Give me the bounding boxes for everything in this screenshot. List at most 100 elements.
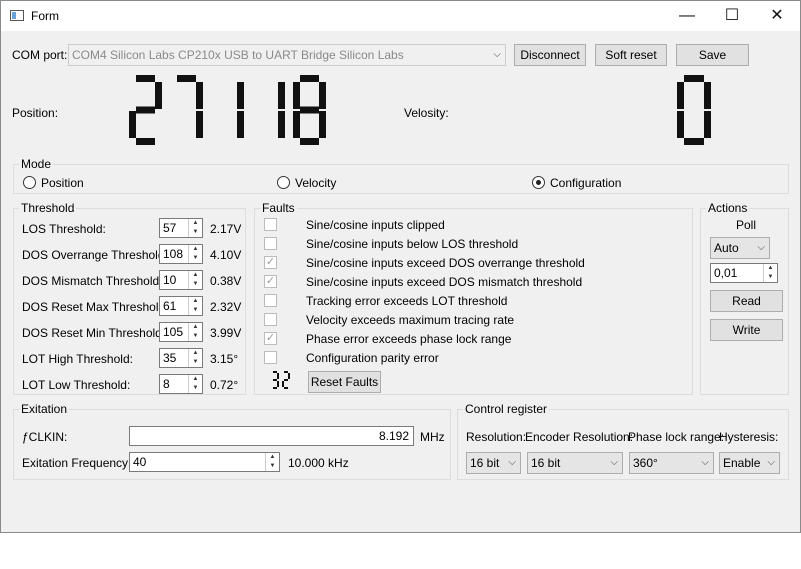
save-button[interactable]: Save	[676, 44, 749, 66]
spin-buttons[interactable]: ▲ ▼	[188, 323, 202, 341]
mode-title: Mode	[19, 157, 54, 171]
lcd-segment	[155, 82, 162, 109]
spin-buttons[interactable]: ▲ ▼	[188, 271, 202, 289]
fault-label: Sine/cosine inputs clipped	[306, 218, 445, 232]
spin-down-icon[interactable]: ▼	[189, 280, 202, 289]
lcd-segment	[278, 111, 285, 138]
fault-checkbox[interactable]	[264, 294, 277, 307]
spin-up-icon[interactable]: ▲	[189, 323, 202, 332]
fault-checkbox[interactable]: ✓	[264, 332, 277, 345]
phase-lock-range-value: 360°	[633, 456, 658, 470]
spin-up-icon[interactable]: ▲	[189, 375, 202, 384]
threshold-spinbox[interactable]: 105 ▲ ▼	[159, 322, 203, 342]
threshold-spinbox[interactable]: 57 ▲ ▼	[159, 218, 203, 238]
lcd-segment	[300, 138, 319, 145]
soft-reset-button[interactable]: Soft reset	[595, 44, 667, 66]
fault-label: Sine/cosine inputs exceed DOS overrange …	[306, 256, 585, 270]
encoder-resolution-label: Encoder Resolution:	[525, 430, 634, 444]
threshold-value: 8	[163, 377, 170, 391]
spin-up-icon[interactable]: ▲	[189, 297, 202, 306]
lcd-segment	[177, 75, 196, 82]
fault-checkbox[interactable]	[264, 351, 277, 364]
threshold-value: 57	[163, 221, 177, 235]
fault-checkbox[interactable]	[264, 237, 277, 250]
lcd-segment	[273, 379, 277, 381]
threshold-unit: 0.38V	[210, 274, 242, 288]
maximize-button[interactable]: ☐	[709, 1, 755, 31]
fault-label: Velocity exceeds maximum tracing rate	[306, 313, 515, 327]
faults-title: Faults	[260, 201, 297, 215]
mode-velocity-radio[interactable]	[277, 176, 290, 189]
spin-buttons[interactable]: ▲ ▼	[265, 453, 279, 471]
fault-label: Tracking error exceeds LOT threshold	[306, 294, 508, 308]
write-button[interactable]: Write	[710, 319, 783, 341]
fault-counter-lcd	[273, 371, 290, 389]
chevron-down-icon: ⌵	[767, 457, 775, 468]
poll-mode-select[interactable]: Auto ⌵	[710, 237, 770, 259]
spin-up-icon[interactable]: ▲	[266, 453, 279, 462]
fault-label: Phase error exceeds phase lock range	[306, 332, 512, 346]
spin-up-icon[interactable]: ▲	[189, 219, 202, 228]
lcd-segment	[277, 381, 279, 387]
spin-down-icon[interactable]: ▼	[266, 462, 279, 471]
mode-position-radio[interactable]	[23, 176, 36, 189]
com-port-value: COM4 Silicon Labs CP210x USB to UART Bri…	[72, 48, 404, 62]
threshold-spinbox[interactable]: 10 ▲ ▼	[159, 270, 203, 290]
close-button[interactable]: ✕	[754, 1, 800, 31]
hysteresis-value: Enable	[723, 456, 761, 470]
reset-faults-button[interactable]: Reset Faults	[308, 371, 381, 393]
threshold-spinbox[interactable]: 8 ▲ ▼	[159, 374, 203, 394]
spin-up-icon[interactable]: ▲	[189, 349, 202, 358]
spin-buttons[interactable]: ▲ ▼	[763, 264, 777, 282]
control-register-title: Control register	[463, 402, 550, 416]
spin-down-icon[interactable]: ▼	[189, 384, 202, 393]
spin-down-icon[interactable]: ▼	[189, 358, 202, 367]
spin-down-icon[interactable]: ▼	[764, 273, 777, 282]
lcd-segment	[196, 82, 203, 109]
spin-up-icon[interactable]: ▲	[189, 245, 202, 254]
excitation-frequency-spinbox[interactable]: 40 ▲ ▼	[129, 452, 280, 472]
poll-interval-spinbox[interactable]: 0,01 ▲ ▼	[710, 263, 778, 283]
spin-buttons[interactable]: ▲ ▼	[188, 375, 202, 393]
encoder-resolution-select[interactable]: 16 bit ⌵	[527, 452, 623, 474]
spin-buttons[interactable]: ▲ ▼	[188, 349, 202, 367]
spin-up-icon[interactable]: ▲	[189, 271, 202, 280]
threshold-unit: 0.72°	[210, 378, 239, 392]
phase-lock-range-select[interactable]: 360° ⌵	[629, 452, 714, 474]
spin-up-icon[interactable]: ▲	[764, 264, 777, 273]
spin-buttons[interactable]: ▲ ▼	[188, 219, 202, 237]
threshold-unit: 3.15°	[210, 352, 239, 366]
spin-down-icon[interactable]: ▼	[189, 306, 202, 315]
lcd-segment	[136, 106, 155, 114]
read-button[interactable]: Read	[710, 290, 783, 312]
threshold-label: LOT Low Threshold:	[22, 378, 131, 392]
fault-checkbox[interactable]	[264, 218, 277, 231]
spin-buttons[interactable]: ▲ ▼	[188, 297, 202, 315]
velocity-label: Velosity:	[404, 106, 449, 120]
mode-configuration-radio[interactable]	[532, 176, 545, 189]
spin-down-icon[interactable]: ▼	[189, 228, 202, 237]
com-port-select[interactable]: COM4 Silicon Labs CP210x USB to UART Bri…	[68, 44, 506, 66]
disconnect-button[interactable]: Disconnect	[514, 44, 586, 66]
spin-buttons[interactable]: ▲ ▼	[188, 245, 202, 263]
fault-label: Configuration parity error	[306, 351, 439, 365]
fault-checkbox[interactable]: ✓	[264, 256, 277, 269]
fclkin-input[interactable]: 8.192	[129, 426, 414, 446]
spin-down-icon[interactable]: ▼	[189, 254, 202, 263]
minimize-button[interactable]: —	[664, 1, 710, 31]
resolution-select[interactable]: 16 bit ⌵	[466, 452, 521, 474]
threshold-spinbox[interactable]: 35 ▲ ▼	[159, 348, 203, 368]
threshold-spinbox[interactable]: 61 ▲ ▼	[159, 296, 203, 316]
app-icon	[10, 10, 24, 21]
threshold-label: LOT High Threshold:	[22, 352, 133, 366]
threshold-unit: 2.32V	[210, 300, 242, 314]
threshold-value: 35	[163, 351, 177, 365]
threshold-spinbox[interactable]: 108 ▲ ▼	[159, 244, 203, 264]
fault-checkbox[interactable]	[264, 313, 277, 326]
lcd-segment	[293, 111, 300, 138]
resolution-value: 16 bit	[470, 456, 500, 470]
spin-down-icon[interactable]: ▼	[189, 332, 202, 341]
lcd-segment	[278, 82, 285, 109]
hysteresis-select[interactable]: Enable ⌵	[719, 452, 780, 474]
fault-checkbox[interactable]: ✓	[264, 275, 277, 288]
